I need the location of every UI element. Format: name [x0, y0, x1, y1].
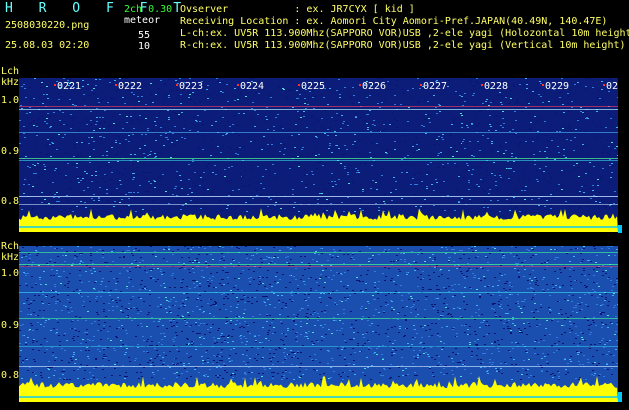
detector-label: meteor — [124, 15, 161, 26]
rch-label: Rch — [1, 241, 20, 252]
time-mark-0224: 0224 — [240, 81, 264, 92]
lch-spectrogram-canvas: 0221 0222 0223 0224 0225 0226 0227 0228 0229 0230 — [19, 78, 618, 232]
time-mark-0230: 0230 — [606, 81, 618, 92]
lch-tick-0-9: 0.9 — [1, 146, 20, 157]
rch-tick-0-9: 0.9 — [1, 320, 20, 331]
lch-info-line: L-ch:ex. UV5R 113.900Mhz(SAPPORO VOR)USB… — [180, 28, 629, 39]
lch-spectrogram: 0221 0222 0223 0224 0225 0226 0227 0228 0229 0230 — [19, 78, 618, 232]
lch-unit-label: kHz — [1, 77, 20, 88]
count-lch: 55 — [138, 30, 151, 41]
rch-spectrogram-canvas — [19, 246, 618, 402]
time-mark-0225: 0225 — [301, 81, 325, 92]
count-rch: 10 — [138, 41, 151, 52]
time-mark-0227: 0227 — [423, 81, 447, 92]
lch-label: Lch — [1, 66, 20, 77]
lch-tick-1-0: 1.0 — [1, 95, 20, 106]
rch-unit-label: kHz — [1, 252, 20, 263]
time-mark-0221: 0221 — [57, 81, 81, 92]
time-mark-0222: 0222 — [118, 81, 142, 92]
rch-tick-1-0: 1.0 — [1, 268, 20, 279]
time-mark-0226: 0226 — [362, 81, 386, 92]
rch-info-line: R-ch:ex. UV5R 113.900Mhz(SAPPORO VOR)USB… — [180, 40, 626, 51]
rch-end-marker — [618, 392, 622, 402]
mode-label: 2ch 0.30 — [124, 4, 173, 15]
lch-end-marker — [618, 225, 622, 233]
time-mark-0228: 0228 — [484, 81, 508, 92]
observer-line: Ovserver : ex. JR7CYX [ kid ] — [180, 4, 415, 15]
timestamp: 25.08.03 02:20 — [5, 40, 90, 51]
time-mark-0223: 0223 — [179, 81, 203, 92]
lch-tick-0-8: 0.8 — [1, 196, 20, 207]
rch-tick-0-8: 0.8 — [1, 370, 20, 381]
filename: 2508030220.png — [5, 20, 90, 31]
location-line: Receiving Location : ex. Aomori City Aom… — [180, 16, 608, 27]
time-mark-0229: 0229 — [545, 81, 569, 92]
rch-spectrogram — [19, 246, 618, 402]
